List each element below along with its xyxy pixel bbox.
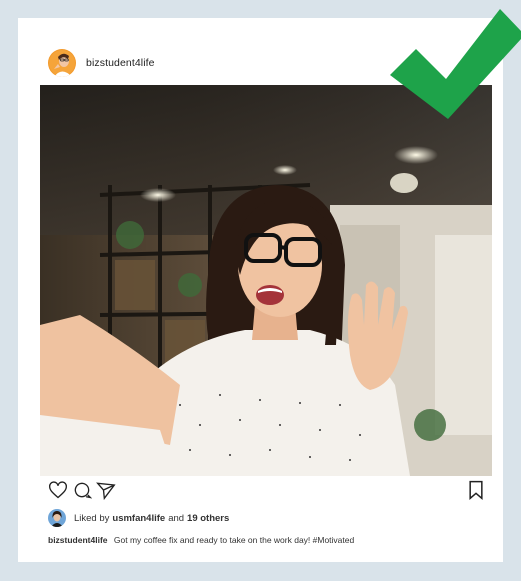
caption-text: Got my coffee fix and ready to take on t… [113, 535, 355, 545]
caption-username[interactable]: bizstudent4life [48, 535, 108, 545]
liked-by-middle: and [168, 512, 185, 524]
post-photo[interactable] [40, 85, 492, 476]
liker-avatar[interactable] [48, 509, 66, 527]
post-header: bizstudent4life [48, 48, 155, 78]
bookmark-icon[interactable] [466, 480, 486, 500]
user-avatar[interactable] [48, 49, 76, 77]
post-caption: bizstudent4life Got my coffee fix and re… [48, 535, 354, 545]
send-icon[interactable] [96, 480, 116, 501]
liked-by-user[interactable]: usmfan4life [112, 513, 165, 524]
post-actions [48, 480, 486, 502]
comment-icon[interactable] [72, 480, 93, 500]
liked-by-others[interactable]: 19 others [187, 513, 229, 524]
post-username[interactable]: bizstudent4life [86, 57, 155, 69]
checkmark-icon [388, 5, 521, 120]
liked-by-prefix: Liked by [74, 512, 110, 524]
heart-icon[interactable] [48, 480, 68, 500]
likes-summary: Liked by usmfan4life and 19 others [48, 507, 229, 529]
